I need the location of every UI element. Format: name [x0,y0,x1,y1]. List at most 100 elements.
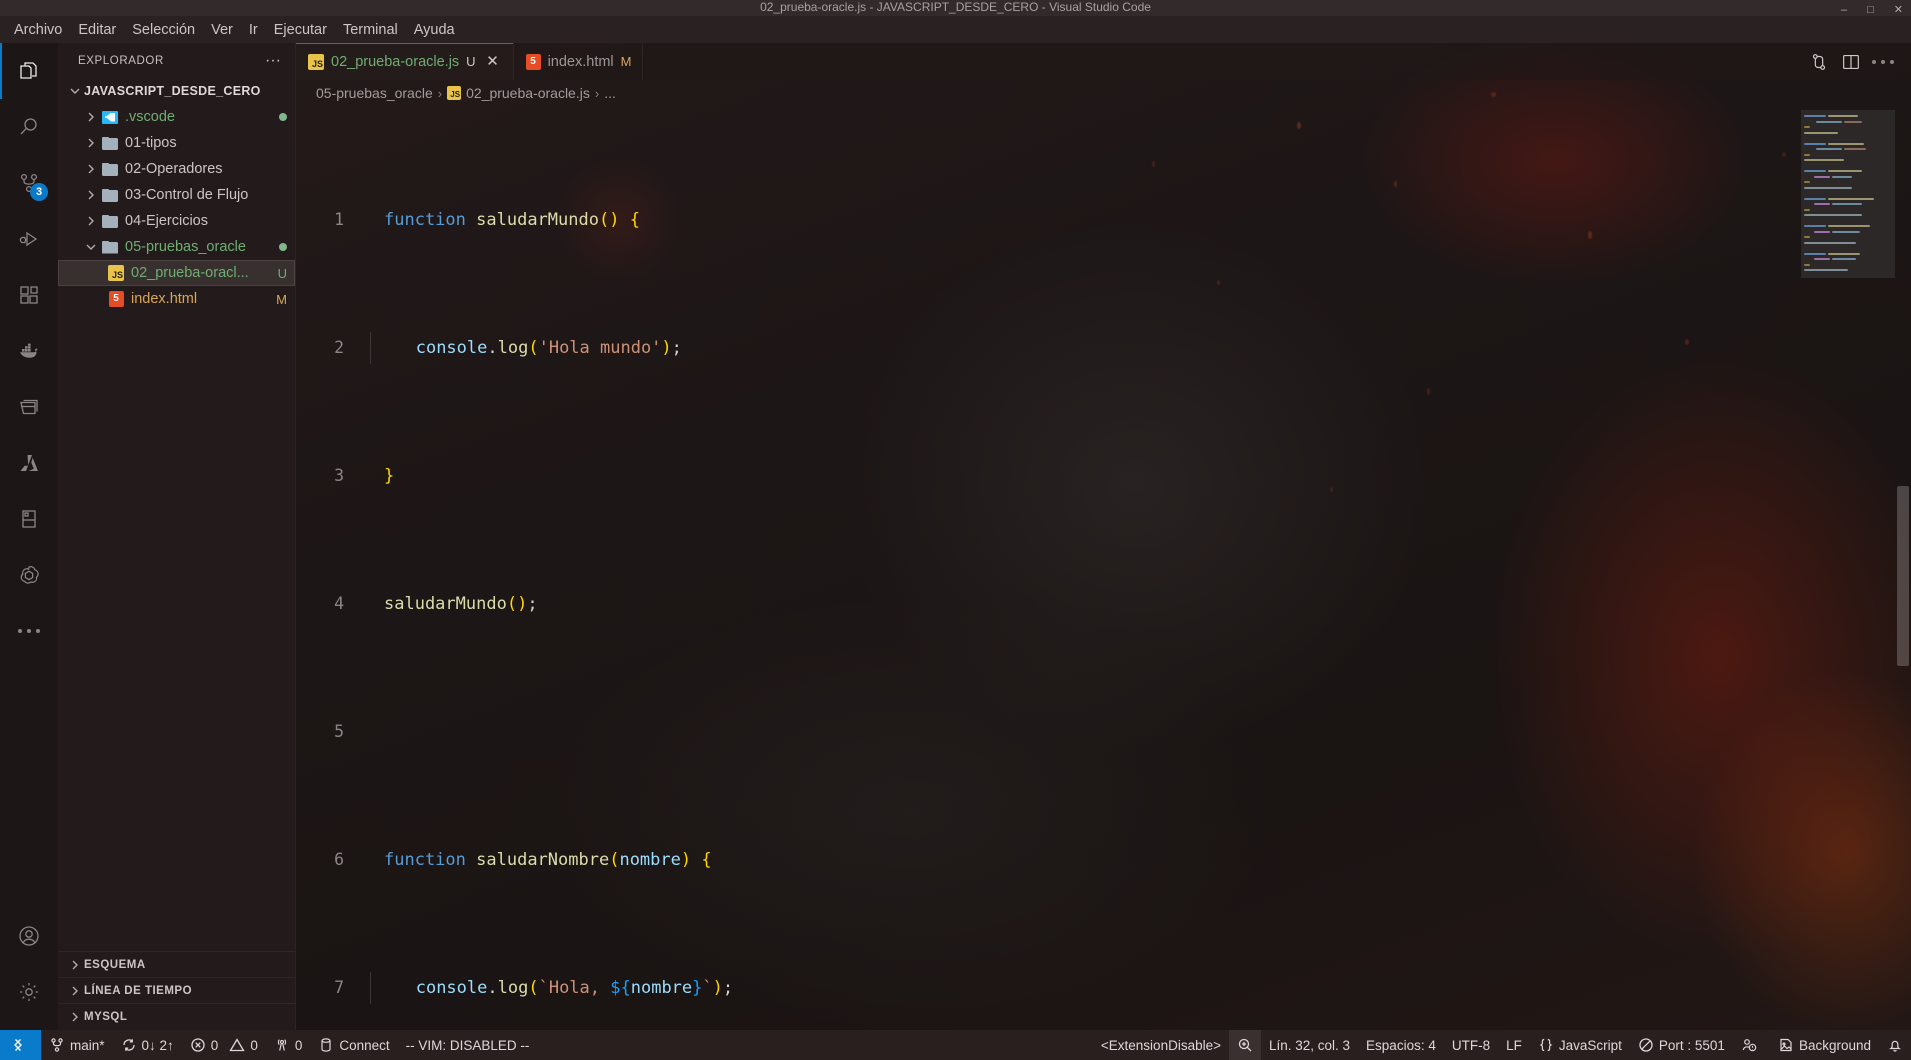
tree-item-04-ejercicios[interactable]: 04-Ejercicios [58,208,295,234]
tree-item-vscode[interactable]: .vscode [58,104,295,130]
breadcrumb-item-symbol[interactable]: ... [604,85,616,101]
title-bar: 02_prueba-oracle.js - JAVASCRIPT_DESDE_C… [0,0,1911,16]
activitybar-item-accounts[interactable] [0,908,58,964]
menu-ver[interactable]: Ver [203,19,241,41]
status-extension-disable[interactable]: <ExtensionDisable> [1093,1030,1229,1060]
breadcrumb-item-folder[interactable]: 05-pruebas_oracle [316,85,433,101]
status-indentation[interactable]: Espacios: 4 [1358,1030,1444,1060]
minimize-button[interactable]: – [1841,5,1847,16]
extensions-icon [17,283,41,307]
status-zoom[interactable] [1228,1030,1261,1060]
line-number: 2 [334,338,344,357]
status-background[interactable]: Background [1770,1030,1879,1060]
status-warnings-count: 0 [250,1037,258,1053]
status-vim-mode[interactable]: -- VIM: DISABLED -- [398,1030,538,1060]
live-share-icon [1741,1037,1757,1053]
sidebar-section-mysql[interactable]: MYSQL [58,1004,295,1030]
menu-seleccion[interactable]: Selección [124,19,203,41]
radio-tower-icon [274,1037,290,1053]
line-number: 3 [334,466,344,485]
tree-item-05-pruebas-oracle[interactable]: 05-pruebas_oracle [58,234,295,260]
menu-editar[interactable]: Editar [70,19,124,41]
split-editor-icon[interactable] [1837,48,1865,76]
tree-item-03-control-de-flujo[interactable]: 03-Control de Flujo [58,182,295,208]
tab-02-prueba-oracle-js[interactable]: JS 02_prueba-oracle.js U ✕ [296,43,514,80]
status-notifications[interactable] [1879,1030,1911,1060]
menu-archivo[interactable]: Archivo [6,19,70,41]
source-control-badge: 3 [30,183,48,201]
tree-item-label: 01-tipos [125,135,177,151]
code-lines: 1 function saludarMundo() { 2 console.log… [296,108,1911,1030]
status-eol[interactable]: LF [1498,1030,1530,1060]
status-ports[interactable]: 0 [266,1030,311,1060]
activitybar-item-docker[interactable] [0,323,58,379]
activitybar-item-database[interactable] [0,379,58,435]
status-branch[interactable]: main* [41,1030,113,1060]
code-line: 7 console.log(`Hola, ${nombre}`); [296,972,1911,1004]
tree-root-javascript-desde-cero[interactable]: JAVASCRIPT_DESDE_CERO [58,78,295,104]
status-sync[interactable]: 0↓ 2↑ [113,1030,182,1060]
chevron-right-icon [82,161,100,177]
activitybar-item-run-and-debug[interactable] [0,211,58,267]
code-line: 3} [296,460,1911,492]
status-connect[interactable]: Connect [310,1030,397,1060]
activitybar-item-openai[interactable] [0,547,58,603]
code-line: 1 function saludarMundo() { [296,204,1911,236]
tab-index-html[interactable]: 5 index.html M [514,43,643,80]
status-problems[interactable]: 0 0 [182,1030,266,1060]
status-encoding[interactable]: UTF-8 [1444,1030,1498,1060]
status-sync-label: 0↓ 2↑ [141,1037,174,1053]
menu-terminal[interactable]: Terminal [335,19,406,41]
status-encoding-label: UTF-8 [1451,1037,1491,1053]
vscode-folder-icon [100,110,120,124]
line-content: function saludarMundo() { [384,210,640,230]
menu-ir[interactable]: Ir [241,19,266,41]
window-controls[interactable]: – □ ✕ [1841,5,1903,16]
remote-indicator[interactable] [0,1030,41,1060]
activitybar-item-manage[interactable] [0,964,58,1020]
folder-icon [100,214,120,228]
tree-root-label: JAVASCRIPT_DESDE_CERO [84,84,261,98]
code-editor[interactable]: 1 function saludarMundo() { 2 console.log… [296,106,1911,1030]
tree-item-01-tipos[interactable]: 01-tipos [58,130,295,156]
sidebar-section-esquema[interactable]: ESQUEMA [58,952,295,978]
html-file-icon: 5 [106,291,126,307]
error-icon [190,1037,206,1053]
sidebar-section-linea-de-tiempo[interactable]: LÍNEA DE TIEMPO [58,978,295,1004]
explorer-more-icon[interactable]: ··· [265,52,289,70]
activitybar-item-explorer[interactable] [0,43,58,99]
activitybar-item-source-control[interactable]: 3 [0,155,58,211]
menu-ayuda[interactable]: Ayuda [406,19,463,41]
status-language-mode[interactable]: JavaScript [1530,1030,1630,1060]
activitybar-item-search[interactable] [0,99,58,155]
status-live-share[interactable] [1733,1030,1770,1060]
image-icon [1778,1037,1794,1053]
window-title: 02_prueba-oracle.js - JAVASCRIPT_DESDE_C… [760,0,1151,14]
line-content: saludarMundo(); [384,594,538,614]
status-live-server-port[interactable]: Port : 5501 [1630,1030,1733,1060]
split-sync-icon[interactable] [1805,48,1833,76]
activity-bar: 3 [0,43,58,1030]
breadcrumb-item-file[interactable]: JS 02_prueba-oracle.js [447,85,590,101]
chevron-right-icon [82,213,100,229]
activitybar-item-panel[interactable] [0,491,58,547]
maximize-button[interactable]: □ [1867,5,1874,16]
status-extension-disable-label: <ExtensionDisable> [1100,1037,1221,1053]
activitybar-item-more[interactable] [0,603,58,659]
close-icon[interactable]: ✕ [483,52,503,72]
tree-item-index-html[interactable]: 5 index.html M [58,286,295,312]
menu-ejecutar[interactable]: Ejecutar [266,19,335,41]
tree-item-02-operadores[interactable]: 02-Operadores [58,156,295,182]
editor-vertical-scrollbar[interactable] [1895,106,1911,1030]
status-cursor-position[interactable]: Lín. 32, col. 3 [1261,1030,1358,1060]
activitybar-item-azure[interactable] [0,435,58,491]
more-actions-icon[interactable] [1869,48,1897,76]
status-ports-count: 0 [294,1037,303,1053]
azure-icon [17,451,41,475]
tree-item-02-prueba-oracle-js[interactable]: JS 02_prueba-oracl... U [58,260,295,286]
activitybar-item-extensions[interactable] [0,267,58,323]
git-status-dot [279,113,287,121]
tree-item-label: 02_prueba-oracl... [131,265,249,281]
close-window-button[interactable]: ✕ [1894,5,1903,16]
line-number: 5 [334,722,344,741]
